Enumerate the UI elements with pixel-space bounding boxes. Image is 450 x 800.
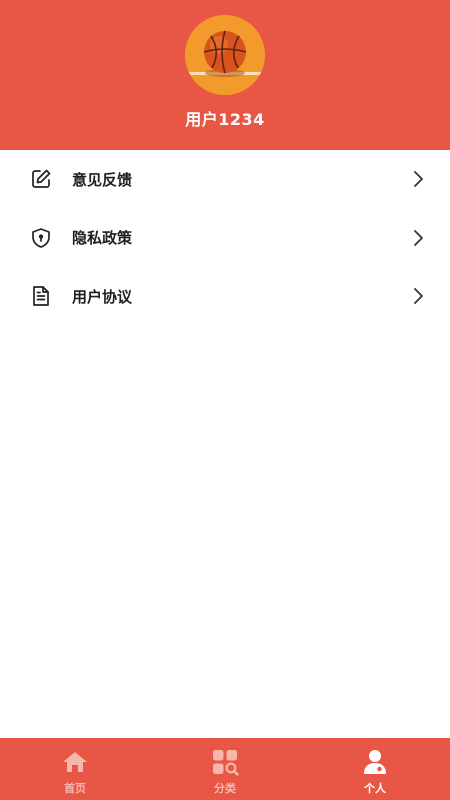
chevron-right-icon [412, 170, 424, 188]
chevron-right-icon [412, 229, 424, 247]
avatar[interactable] [185, 15, 265, 95]
menu-item-label: 意见反馈 [72, 170, 133, 189]
shield-icon [30, 227, 52, 249]
settings-menu: 意见反馈 隐私政策 用户协议 [0, 150, 450, 326]
menu-item-privacy[interactable]: 隐私政策 [0, 209, 450, 268]
menu-item-label: 用户协议 [72, 287, 133, 306]
menu-item-feedback[interactable]: 意见反馈 [0, 150, 450, 209]
tab-label: 首页 [64, 782, 86, 795]
tab-profile[interactable]: 个人 [300, 738, 450, 800]
category-icon [211, 748, 239, 776]
user-icon [361, 748, 389, 776]
edit-icon [30, 168, 52, 190]
tab-home[interactable]: 首页 [0, 738, 150, 800]
tab-label: 个人 [364, 782, 386, 795]
home-icon [61, 748, 89, 776]
chevron-right-icon [412, 287, 424, 305]
menu-item-label: 隐私政策 [72, 229, 133, 248]
bottom-tab-bar: 首页 分类 个人 [0, 738, 450, 800]
profile-header: 用户1234 [0, 0, 450, 150]
username: 用户1234 [185, 110, 265, 129]
tab-category[interactable]: 分类 [150, 738, 300, 800]
basketball-icon [185, 15, 265, 95]
tab-label: 分类 [214, 782, 236, 795]
menu-item-agreement[interactable]: 用户协议 [0, 267, 450, 326]
document-icon [30, 285, 52, 307]
